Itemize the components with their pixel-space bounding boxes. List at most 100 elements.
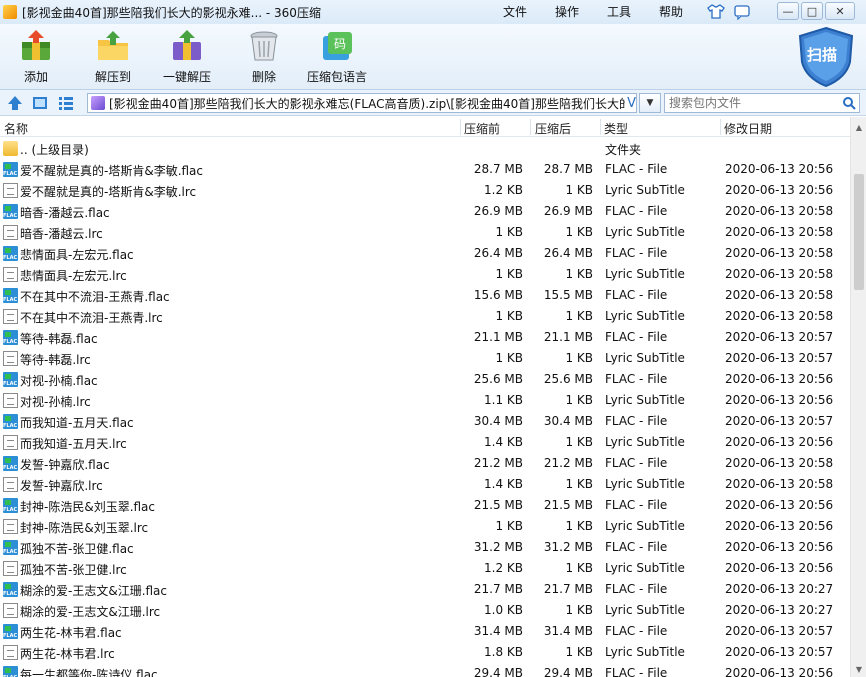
table-row[interactable]: 而我知道-五月天.lrc 1.4 KB 1 KB Lyric SubTitle 2020… xyxy=(0,432,850,453)
skin-shirt-icon[interactable] xyxy=(707,3,725,20)
archive-encoding-button[interactable]: 码 压缩包语言 xyxy=(307,28,367,85)
menu-tools[interactable]: 工具 xyxy=(607,3,631,20)
lyric-file-icon xyxy=(3,267,18,282)
scroll-up-arrow[interactable]: ▲ xyxy=(851,119,866,135)
table-row[interactable]: .. (上级目录) 文件夹 xyxy=(0,138,850,159)
search-input[interactable] xyxy=(665,94,835,112)
table-row[interactable]: 两生花-林韦君.flac 31.4 MB 31.4 MB FLAC - File 202… xyxy=(0,621,850,642)
table-row[interactable]: 悲情面具-左宏元.lrc 1 KB 1 KB Lyric SubTitle 2020-0… xyxy=(0,264,850,285)
packed-size: 26.9 MB xyxy=(473,204,523,218)
unpacked-size: 21.7 MB xyxy=(543,582,593,596)
column-packed[interactable]: 压缩前 xyxy=(464,120,500,137)
lyric-file-icon xyxy=(3,393,18,408)
packed-size: 31.4 MB xyxy=(473,624,523,638)
file-name: 悲情面具-左宏元.lrc xyxy=(20,269,127,283)
minimize-button[interactable]: — xyxy=(777,2,799,20)
table-row[interactable]: 封神-陈浩民&刘玉翠.lrc 1 KB 1 KB Lyric SubTitle 2020… xyxy=(0,516,850,537)
extract-to-button[interactable]: 解压到 xyxy=(95,28,131,85)
close-button[interactable]: ✕ xyxy=(825,2,855,20)
delete-button[interactable]: 删除 xyxy=(246,28,282,85)
table-row[interactable]: 不在其中不流泪-王燕青.flac 15.6 MB 15.5 MB FLAC - Fil… xyxy=(0,285,850,306)
modified-date: 2020-06-13 20:56 xyxy=(725,498,834,512)
lyric-file-icon xyxy=(3,477,18,492)
unpacked-size: 25.6 MB xyxy=(543,372,593,386)
table-row[interactable]: 暗香-潘越云.lrc 1 KB 1 KB Lyric SubTitle 2020-06-… xyxy=(0,222,850,243)
search-icon[interactable] xyxy=(842,96,856,110)
column-modified[interactable]: 修改日期 xyxy=(724,120,772,137)
modified-date: 2020-06-13 20:58 xyxy=(725,246,834,260)
file-name: .. (上级目录) xyxy=(20,143,89,157)
unpacked-size: 1 KB xyxy=(565,519,593,533)
modified-date: 2020-06-13 20:58 xyxy=(725,477,834,491)
file-name: 发誓-钟嘉欣.flac xyxy=(20,458,110,472)
table-row[interactable]: 不在其中不流泪-王燕青.lrc 1 KB 1 KB Lyric SubTitle 202… xyxy=(0,306,850,327)
flac-file-icon xyxy=(3,246,18,261)
view-mode-icon[interactable] xyxy=(31,94,49,112)
column-divider[interactable] xyxy=(460,119,461,135)
column-divider[interactable] xyxy=(720,119,721,135)
window-title: [影视金曲40首]那些陪我们长大的影视永难... - 360压缩 xyxy=(22,5,321,20)
up-arrow-icon[interactable] xyxy=(6,94,24,112)
vertical-scrollbar[interactable]: ▲ ▼ xyxy=(850,117,866,677)
packed-size: 1.2 KB xyxy=(484,183,523,197)
table-row[interactable]: 发誓-钟嘉欣.lrc 1.4 KB 1 KB Lyric SubTitle 2020-0… xyxy=(0,474,850,495)
modified-date: 2020-06-13 20:57 xyxy=(725,351,834,365)
file-name: 爱不醒就是真的-塔斯肯&李敏.flac xyxy=(20,164,204,178)
table-row[interactable]: 对视-孙楠.lrc 1.1 KB 1 KB Lyric SubTitle 2020-06… xyxy=(0,390,850,411)
table-row[interactable]: 等待-韩磊.flac 21.1 MB 21.1 MB FLAC - File 2020-… xyxy=(0,327,850,348)
feedback-icon[interactable] xyxy=(733,3,751,21)
lyric-file-icon xyxy=(3,183,18,198)
table-row[interactable]: 爱不醒就是真的-塔斯肯&李敏.lrc 1.2 KB 1 KB Lyric SubTit… xyxy=(0,180,850,201)
scan-button[interactable]: 扫描 xyxy=(796,26,856,88)
toolbar: 添加 解压到 一键解压 删除 码 压缩包语言 扫描 xyxy=(0,24,866,90)
scroll-down-arrow[interactable]: ▼ xyxy=(851,661,866,677)
list-header: 名称 压缩前 压缩后 类型 修改日期 xyxy=(0,117,850,137)
path-dropdown-button[interactable]: ▼ xyxy=(639,93,661,113)
table-row[interactable]: 爱不醒就是真的-塔斯肯&李敏.flac 28.7 MB 28.7 MB FLAC - … xyxy=(0,159,850,180)
one-click-extract-button[interactable]: 一键解压 xyxy=(163,28,211,85)
table-row[interactable]: 孤独不苦-张卫健.lrc 1.2 KB 1 KB Lyric SubTitle 2020… xyxy=(0,558,850,579)
file-name: 等待-韩磊.flac xyxy=(20,332,98,346)
scroll-thumb[interactable] xyxy=(854,174,864,290)
menu-help[interactable]: 帮助 xyxy=(659,3,683,20)
column-divider[interactable] xyxy=(600,119,601,135)
table-row[interactable]: 而我知道-五月天.flac 30.4 MB 30.4 MB FLAC - File 20… xyxy=(0,411,850,432)
modified-date: 2020-06-13 20:56 xyxy=(725,561,834,575)
file-type: FLAC - File xyxy=(605,498,668,512)
packed-size: 29.4 MB xyxy=(473,666,523,677)
column-divider[interactable] xyxy=(530,119,531,135)
table-row[interactable]: 孤独不苦-张卫健.flac 31.2 MB 31.2 MB FLAC - File 20… xyxy=(0,537,850,558)
menu-operation[interactable]: 操作 xyxy=(555,3,579,20)
column-name[interactable]: 名称 xyxy=(4,120,28,137)
table-row[interactable]: 对视-孙楠.flac 25.6 MB 25.6 MB FLAC - File 2020-… xyxy=(0,369,850,390)
file-type: FLAC - File xyxy=(605,330,668,344)
unpacked-size: 1 KB xyxy=(565,393,593,407)
list-view-icon[interactable] xyxy=(57,94,75,112)
table-row[interactable]: 两生花-林韦君.lrc 1.8 KB 1 KB Lyric SubTitle 2020-… xyxy=(0,642,850,663)
table-row[interactable]: 糊涂的爱-王志文&江珊.flac 21.7 MB 21.7 MB FLAC - Fil… xyxy=(0,579,850,600)
file-type: FLAC - File xyxy=(605,540,668,554)
maximize-button[interactable]: □ xyxy=(801,2,823,20)
table-row[interactable]: 悲情面具-左宏元.flac 26.4 MB 26.4 MB FLAC - File 20… xyxy=(0,243,850,264)
unpacked-size: 1 KB xyxy=(565,267,593,281)
table-row[interactable]: 糊涂的爱-王志文&江珊.lrc 1.0 KB 1 KB Lyric SubTitle 2… xyxy=(0,600,850,621)
table-row[interactable]: 发誓-钟嘉欣.flac 21.2 MB 21.2 MB FLAC - File 2020… xyxy=(0,453,850,474)
path-field[interactable]: [影视金曲40首]那些陪我们长大的影视永难忘(FLAC高音质).zip\[影视金… xyxy=(87,93,637,113)
table-row[interactable]: 每一生都等你-陈诗仪.flac 29.4 MB 29.4 MB FLAC - File… xyxy=(0,663,850,677)
lyric-file-icon xyxy=(3,603,18,618)
modified-date: 2020-06-13 20:56 xyxy=(725,183,834,197)
packed-size: 1.0 KB xyxy=(484,603,523,617)
modified-date: 2020-06-13 20:58 xyxy=(725,288,834,302)
flac-file-icon xyxy=(3,624,18,639)
table-row[interactable]: 暗香-潘越云.flac 26.9 MB 26.9 MB FLAC - File 2020… xyxy=(0,201,850,222)
table-row[interactable]: 等待-韩磊.lrc 1 KB 1 KB Lyric SubTitle 2020-06-1… xyxy=(0,348,850,369)
column-unpacked[interactable]: 压缩后 xyxy=(535,120,571,137)
menu-file[interactable]: 文件 xyxy=(503,3,527,20)
packed-size: 1.1 KB xyxy=(484,393,523,407)
file-type: FLAC - File xyxy=(605,456,668,470)
table-row[interactable]: 封神-陈浩民&刘玉翠.flac 21.5 MB 21.5 MB FLAC - File… xyxy=(0,495,850,516)
modified-date: 2020-06-13 20:57 xyxy=(725,330,834,344)
column-type[interactable]: 类型 xyxy=(604,120,628,137)
flac-file-icon xyxy=(3,372,18,387)
add-button[interactable]: 添加 xyxy=(18,28,54,85)
